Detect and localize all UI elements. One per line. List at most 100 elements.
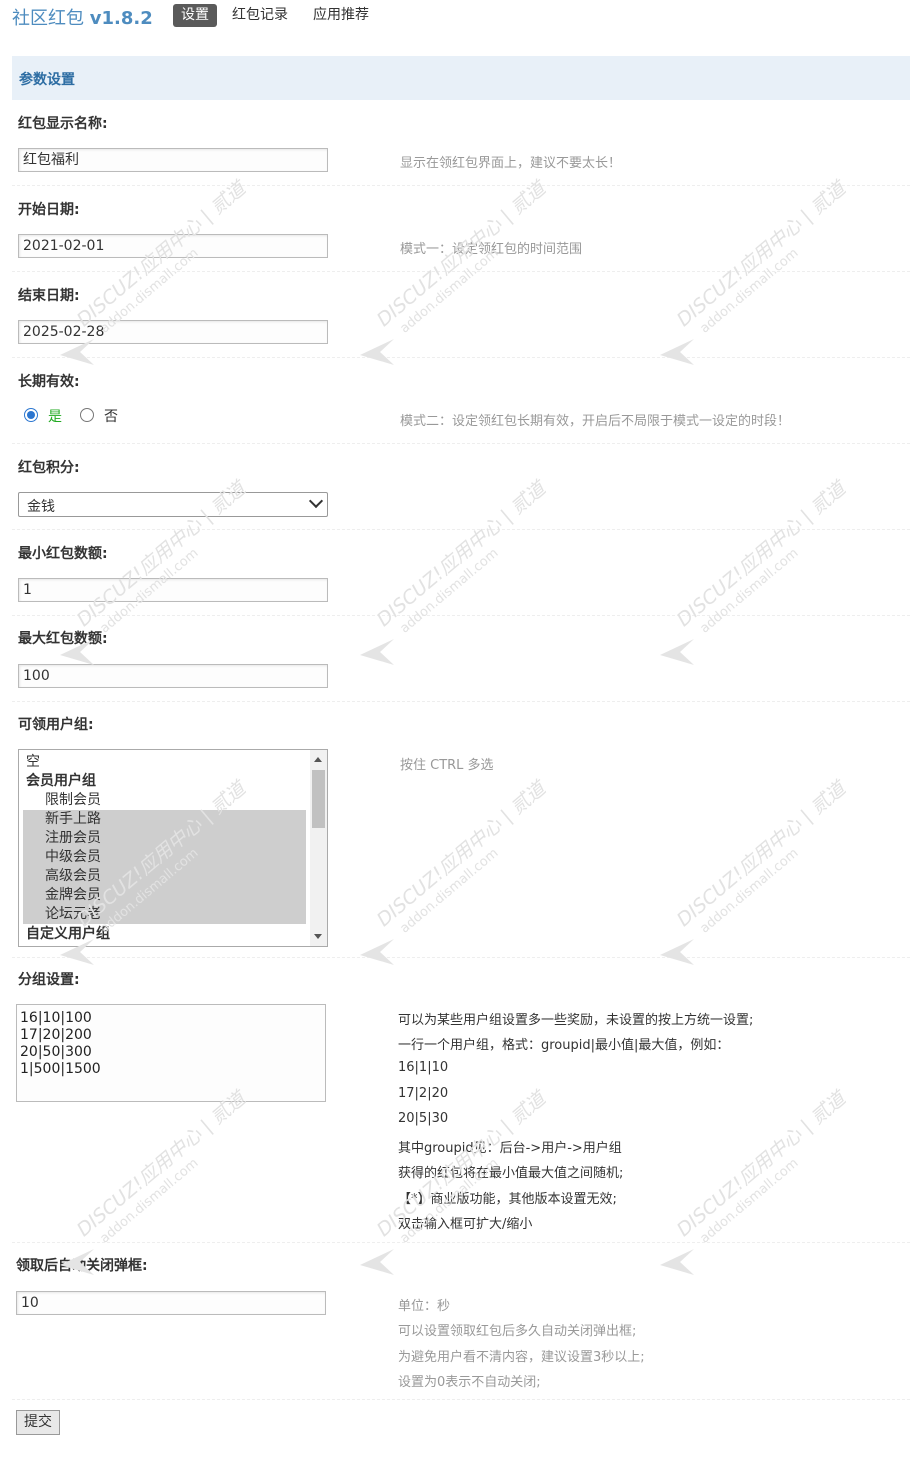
long-term-yes-label[interactable]: 是 [48,406,62,426]
user-group-option[interactable]: 注册会员 [23,829,306,848]
group-settings-hint: 一行一个用户组，格式：groupid|最小值|最大值，例如： [398,1038,730,1053]
svg-text:DISCUZ!应用中心 | 贰道: DISCUZ!应用中心 | 贰道 [73,1086,252,1241]
watermark-stamp: DISCUZ!应用中心 | 贰道addon.dismall.com [360,776,552,965]
app-name: 社区红包 [12,8,84,29]
start-date-input[interactable]: 2021-02-01 [18,234,328,258]
svg-text:addon.dismall.com: addon.dismall.com [697,246,801,337]
svg-text:addon.dismall.com: addon.dismall.com [97,1156,201,1247]
start-date-hint: 模式一：设定领红包的时间范围 [400,242,583,257]
watermark-stamp: DISCUZ!应用中心 | 贰道addon.dismall.com [360,476,552,665]
watermark-stamp: DISCUZ!应用中心 | 贰道addon.dismall.com [660,776,852,965]
user-groups-label: 可领用户组: [18,717,94,733]
end-date-input[interactable]: 2025-02-28 [18,320,328,344]
user-group-optgroup: 自定义用户组 [26,926,110,942]
tab-settings[interactable]: 设置 [173,4,217,27]
group-settings-hint: 获得的红包将在最小值最大值之间随机; [398,1166,624,1181]
credit-label: 红包积分: [18,460,80,476]
group-settings-textarea[interactable]: 16|10|100 17|20|200 20|50|300 1|500|1500 [16,1004,326,1102]
watermark-stamp: DISCUZ!应用中心 | 贰道addon.dismall.com [660,176,852,365]
auto-close-hint: 为避免用户看不清内容，建议设置3秒以上; [398,1350,645,1365]
min-amount-label: 最小红包数额: [18,546,108,562]
group-settings-label: 分组设置: [18,972,80,988]
section-header: 参数设置 [12,56,910,100]
scroll-up-icon[interactable] [314,757,322,762]
textarea-line: 20|50|300 [20,1044,92,1060]
user-groups-hint: 按住 CTRL 多选 [400,758,494,773]
watermark-layer: DISCUZ!应用中心 | 贰道addon.dismall.com DISCUZ!… [60,176,852,1275]
divider [12,701,910,702]
svg-text:DISCUZ!应用中心 | 贰道: DISCUZ!应用中心 | 贰道 [673,776,852,931]
svg-text:addon.dismall.com: addon.dismall.com [397,546,501,637]
min-amount-input[interactable]: 1 [18,578,328,602]
divider [12,615,910,616]
svg-text:addon.dismall.com: addon.dismall.com [397,846,501,937]
group-settings-hint: 【*】商业版功能，其他版本设置无效; [398,1192,617,1207]
scrollbar[interactable] [310,750,327,946]
svg-text:addon.dismall.com: addon.dismall.com [697,546,801,637]
svg-text:addon.dismall.com: addon.dismall.com [697,1156,801,1247]
user-group-option[interactable]: 限制会员 [23,791,306,810]
divider [12,529,910,530]
divider [12,271,910,272]
svg-text:DISCUZ!应用中心 | 贰道: DISCUZ!应用中心 | 贰道 [673,1086,852,1241]
chevron-down-icon [308,493,324,509]
divider [12,1399,910,1400]
group-settings-hint: 可以为某些用户组设置多一些奖励，未设置的按上方统一设置; [398,1013,754,1028]
group-settings-hint: 双击输入框可扩大/缩小 [398,1217,533,1232]
tab-app-recommend[interactable]: 应用推荐 [305,4,377,27]
long-term-hint: 模式二：设定领红包长期有效，开启后不局限于模式一设定的时段！ [400,414,791,429]
textarea-line: 17|20|200 [20,1027,92,1043]
section-title: 参数设置 [19,72,75,88]
scroll-thumb[interactable] [312,770,325,828]
display-name-input[interactable]: 红包福利 [18,148,328,172]
svg-text:addon.dismall.com: addon.dismall.com [697,846,801,937]
long-term-yes-radio[interactable] [24,408,38,422]
user-group-option[interactable]: 中级会员 [23,848,306,867]
textarea-line: 16|10|100 [20,1010,92,1026]
watermark-stamp: DISCUZ!应用中心 | 贰道addon.dismall.com [660,476,852,665]
submit-button[interactable]: 提交 [16,1410,60,1435]
top-bar: 社区红包 v1.8.2 设置 红包记录 应用推荐 [0,0,910,34]
long-term-label: 长期有效: [18,374,80,390]
credit-select[interactable]: 金钱 [18,492,328,517]
group-settings-hint: 20|5|30 [398,1111,449,1126]
user-group-option[interactable]: 高级会员 [23,867,306,886]
long-term-no-radio[interactable] [80,408,94,422]
group-settings-hint: 17|2|20 [398,1086,449,1101]
divider [12,957,910,958]
user-group-option[interactable]: 金牌会员 [23,886,306,905]
divider [12,1242,910,1243]
user-group-optgroup: 会员用户组 [26,773,96,789]
scroll-down-icon[interactable] [314,934,322,939]
group-settings-hint: 16|1|10 [398,1060,449,1075]
start-date-label: 开始日期: [18,202,80,218]
max-amount-input[interactable]: 100 [18,664,328,688]
user-group-option[interactable]: 空 [23,753,306,772]
tab-redpacket-records[interactable]: 红包记录 [224,4,296,27]
app-title: 社区红包 v1.8.2 [12,4,153,30]
auto-close-hint: 设置为0表示不自动关闭; [398,1375,541,1390]
textarea-line: 1|500|1500 [20,1061,101,1077]
divider [12,443,910,444]
credit-select-value: 金钱 [27,499,55,515]
auto-close-hint: 可以设置领取红包后多久自动关闭弹出框; [398,1324,637,1339]
user-group-option[interactable]: 新手上路 [23,810,306,829]
auto-close-hint: 单位：秒 [398,1299,451,1314]
user-groups-multiselect[interactable]: 空 会员用户组 限制会员 新手上路 注册会员 中级会员 高级会员 金牌会员 论坛… [18,749,328,947]
app-version: v1.8.2 [89,8,153,29]
display-name-hint: 显示在领红包界面上，建议不要太长！ [400,156,622,171]
svg-text:DISCUZ!应用中心 | 贰道: DISCUZ!应用中心 | 贰道 [373,776,552,931]
watermark-stamp: DISCUZ!应用中心 | 贰道addon.dismall.com [660,1086,852,1275]
max-amount-label: 最大红包数额: [18,631,108,647]
svg-text:addon.dismall.com: addon.dismall.com [397,246,501,337]
user-group-option[interactable]: 论坛元老 [23,905,306,924]
long-term-no-label[interactable]: 否 [104,406,118,426]
auto-close-input[interactable]: 10 [16,1291,326,1315]
divider [12,185,910,186]
svg-text:DISCUZ!应用中心 | 贰道: DISCUZ!应用中心 | 贰道 [673,176,852,331]
watermark-stamp: DISCUZ!应用中心 | 贰道addon.dismall.com [360,176,552,365]
display-name-label: 红包显示名称: [18,116,108,132]
auto-close-label: 领取后自动关闭弹框: [16,1258,148,1274]
svg-text:DISCUZ!应用中心 | 贰道: DISCUZ!应用中心 | 贰道 [373,476,552,631]
end-date-label: 结束日期: [18,288,80,304]
